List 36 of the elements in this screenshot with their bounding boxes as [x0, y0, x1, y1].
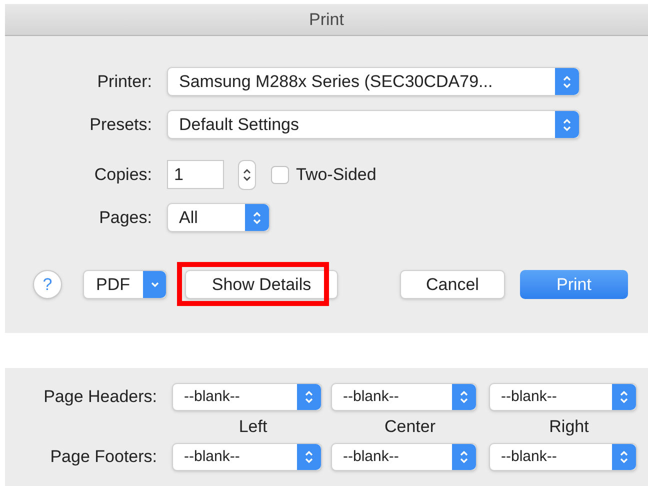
chevron-icon — [555, 111, 579, 138]
presets-popup[interactable]: Default Settings — [167, 110, 580, 139]
dialog-button[interactable]: Cancel — [400, 270, 505, 299]
copies-field[interactable]: 1 — [167, 160, 224, 189]
chevron-icon — [612, 384, 636, 410]
checkbox-label: Two-Sided — [296, 164, 376, 186]
column-label: Center — [383, 416, 437, 438]
field-label: Page Footers: — [49, 446, 158, 468]
header-popup[interactable]: --blank-- — [172, 383, 322, 411]
chevron-icon — [297, 384, 321, 410]
window-title: Print — [5, 4, 648, 36]
field-label: Presets: — [88, 114, 153, 136]
chevron-icon — [143, 271, 166, 298]
header-popup[interactable]: --blank-- — [331, 383, 477, 411]
printer-popup[interactable]: Samsung M288x Series (SEC30CDA79... — [167, 67, 580, 96]
field-label: Page Headers: — [42, 386, 158, 408]
header-popup[interactable]: --blank-- — [489, 383, 637, 411]
footer-popup[interactable]: --blank-- — [489, 443, 637, 471]
column-label: Right — [548, 416, 590, 438]
chevron-icon — [452, 444, 476, 470]
chevron-icon — [555, 68, 579, 95]
column-label: Left — [238, 416, 268, 438]
field-label: Pages: — [98, 206, 153, 229]
footer-popup[interactable]: --blank-- — [172, 443, 322, 471]
field-label: Copies: — [93, 164, 153, 186]
chevron-icon — [452, 384, 476, 410]
pages-popup[interactable]: All — [167, 203, 270, 232]
pdf-menu-button[interactable]: PDF — [83, 270, 167, 299]
dialog-button[interactable]: Show Details — [185, 270, 338, 299]
chevron-icon — [612, 444, 636, 470]
checkbox[interactable] — [271, 166, 289, 184]
chevron-icon — [245, 204, 269, 231]
footer-popup[interactable]: --blank-- — [331, 443, 477, 471]
field-label: Printer: — [96, 70, 153, 93]
stepper-icon[interactable] — [238, 160, 256, 190]
chevron-icon — [297, 444, 321, 470]
